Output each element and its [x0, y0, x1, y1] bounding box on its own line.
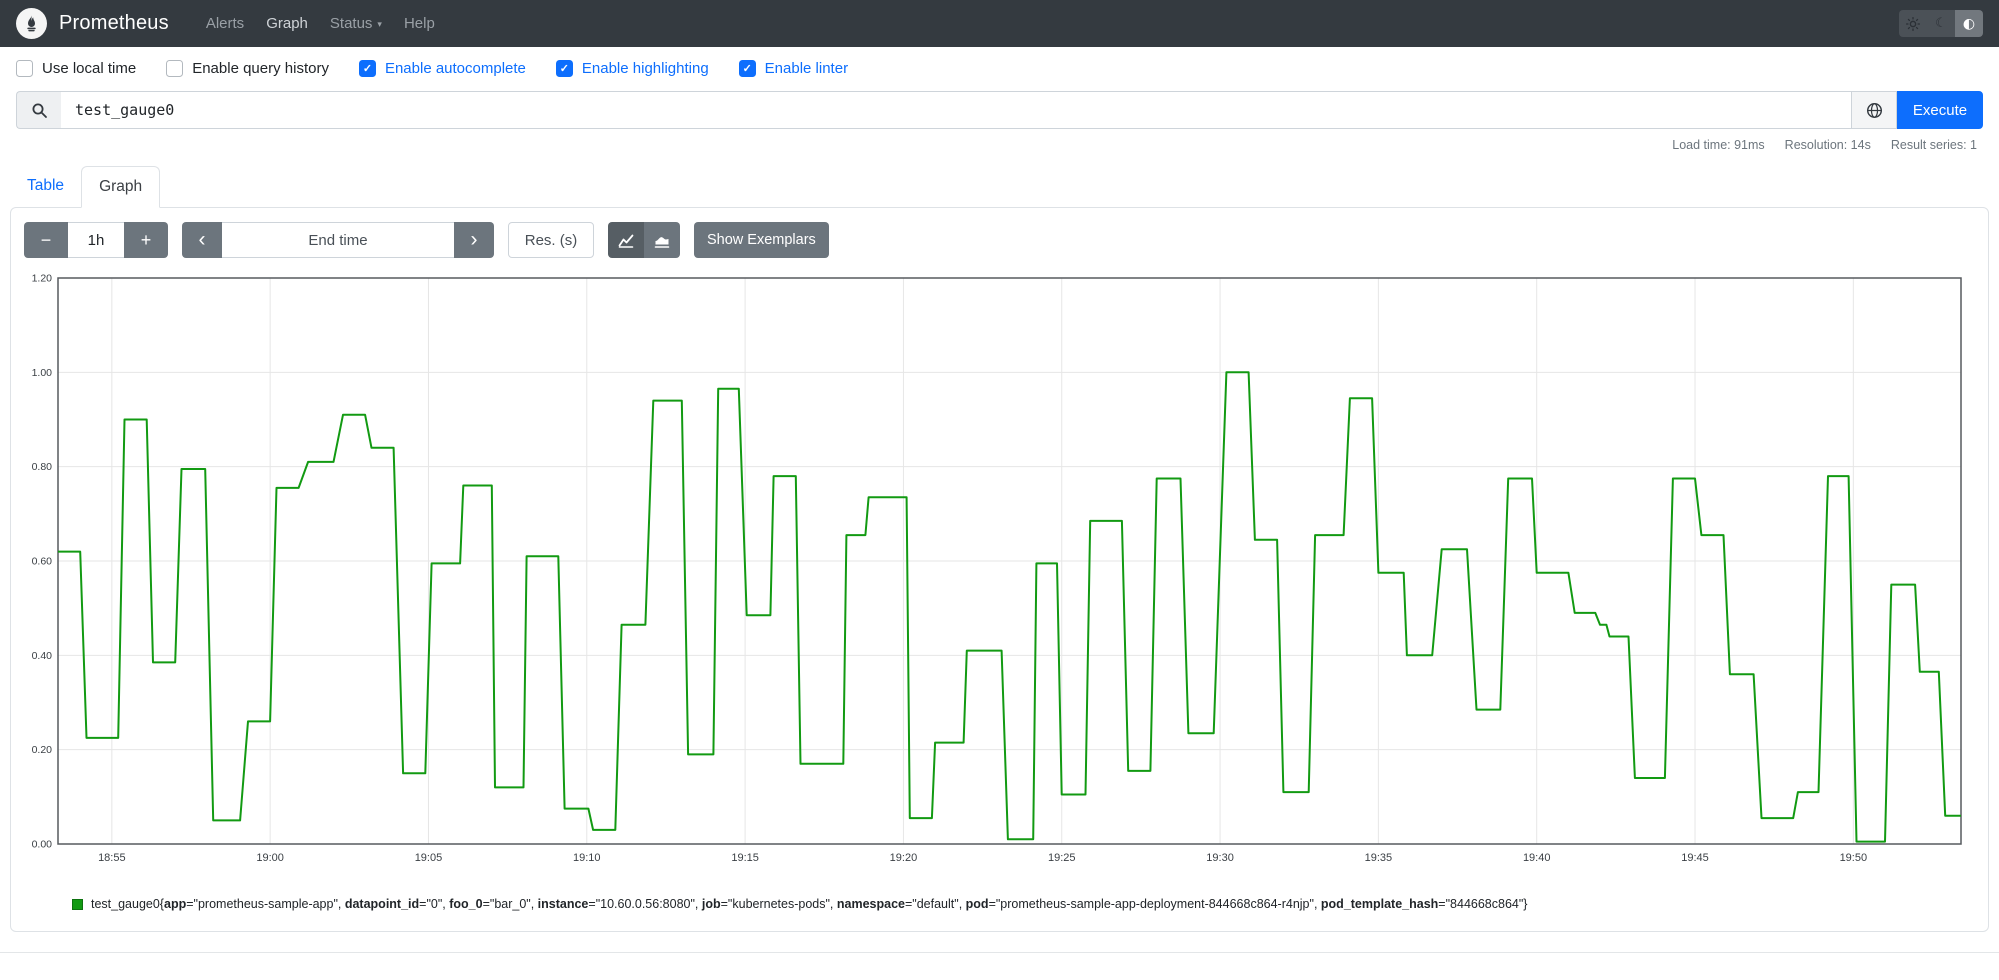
app-title: Prometheus [59, 12, 169, 34]
brand[interactable]: Prometheus [16, 8, 169, 39]
svg-text:19:40: 19:40 [1523, 852, 1551, 864]
nav-help[interactable]: Help [393, 7, 446, 40]
svg-text:1.20: 1.20 [32, 273, 53, 285]
autocomplete-checkbox[interactable]: ✓ Enable autocomplete [358, 60, 526, 77]
globe-icon [1866, 102, 1882, 118]
nav-status[interactable]: Status ▾ [319, 7, 393, 40]
checkbox-checked-icon: ✓ [555, 60, 573, 77]
navbar: Prometheus Alerts Graph Status ▾ Help ☾ … [0, 0, 1999, 47]
dark-theme-button[interactable]: ☾ [1927, 10, 1955, 37]
nav-status-label: Status [329, 15, 373, 32]
stacked-chart-icon [654, 236, 670, 248]
sun-icon [1906, 16, 1920, 31]
chart-area: 0.00 0.20 0.40 0.60 0.80 1.00 1.20 18:55 19:00 19… [24, 272, 1975, 875]
svg-text:1.00: 1.00 [32, 367, 53, 379]
svg-text:0.00: 0.00 [32, 839, 53, 851]
theme-toggle: ☾ ◐ [1899, 10, 1983, 37]
svg-text:19:45: 19:45 [1681, 852, 1709, 864]
time-back-button[interactable]: ‹ [182, 222, 222, 258]
svg-text:19:50: 19:50 [1840, 852, 1868, 864]
search-addon [16, 91, 61, 129]
half-circle-icon: ◐ [1962, 15, 1976, 32]
query-bar: Execute [16, 91, 1983, 129]
line-chart-icon [618, 234, 634, 248]
svg-text:19:35: 19:35 [1365, 852, 1393, 864]
svg-text:19:00: 19:00 [256, 852, 284, 864]
query-history-checkbox[interactable]: Enable query history [166, 60, 329, 77]
svg-text:19:25: 19:25 [1048, 852, 1076, 864]
show-exemplars-button[interactable]: Show Exemplars [694, 222, 829, 258]
highlighting-checkbox[interactable]: ✓ Enable highlighting [555, 60, 709, 77]
linter-checkbox[interactable]: ✓ Enable linter [738, 60, 849, 77]
series-color-swatch [72, 898, 83, 910]
use-local-time-label: Use local time [42, 60, 137, 77]
resolution: Resolution: 14s [1784, 138, 1871, 152]
auto-theme-button[interactable]: ◐ [1955, 10, 1983, 37]
chevron-right-icon: › [470, 228, 478, 251]
line-chart-button[interactable] [608, 222, 644, 258]
chart-type-toggle [608, 222, 680, 258]
svg-text:0.40: 0.40 [32, 650, 53, 662]
result-series: Result series: 1 [1890, 138, 1977, 152]
autocomplete-label: Enable autocomplete [384, 60, 526, 77]
svg-text:19:15: 19:15 [731, 852, 759, 864]
query-stats: Load time: 91ms Resolution: 14s Result s… [22, 138, 1977, 152]
checkbox-checked-icon: ✓ [358, 60, 376, 77]
resolution-input[interactable] [508, 222, 594, 258]
chevron-left-icon: ‹ [198, 228, 206, 251]
stacked-chart-button[interactable] [644, 222, 680, 258]
range-increase-button[interactable]: + [124, 222, 168, 258]
svg-text:18:55: 18:55 [98, 852, 126, 864]
nav-graph[interactable]: Graph [255, 7, 319, 40]
nav-alerts[interactable]: Alerts [195, 7, 255, 40]
range-control: − + [24, 222, 168, 258]
svg-text:19:10: 19:10 [573, 852, 601, 864]
query-history-label: Enable query history [192, 60, 329, 77]
svg-text:0.80: 0.80 [32, 461, 53, 473]
light-theme-button[interactable] [1899, 10, 1927, 37]
prometheus-logo-icon [16, 8, 47, 39]
options-row: Use local time Enable query history ✓ En… [0, 47, 1999, 89]
bottom-divider [0, 952, 1999, 953]
svg-text:0.20: 0.20 [32, 744, 53, 756]
range-decrease-button[interactable]: − [24, 222, 68, 258]
svg-text:0.60: 0.60 [32, 556, 53, 568]
linter-label: Enable linter [764, 60, 849, 77]
use-local-time-checkbox[interactable]: Use local time [16, 60, 136, 77]
end-time-input[interactable] [222, 222, 454, 258]
query-input[interactable] [61, 91, 1852, 129]
panel-tabs: Table Graph [10, 166, 1989, 208]
endtime-control: ‹ › [182, 222, 494, 258]
plus-icon: + [140, 229, 152, 250]
checkbox-icon [16, 60, 33, 77]
legend-item[interactable]: test_gauge0{app="prometheus-sample-app",… [72, 897, 1975, 911]
graph-controls: − + ‹ › Show Exemplars [24, 222, 1975, 258]
time-forward-button[interactable]: › [454, 222, 494, 258]
highlighting-label: Enable highlighting [581, 60, 709, 77]
load-time: Load time: 91ms [1672, 138, 1765, 152]
svg-text:19:05: 19:05 [415, 852, 443, 864]
execute-button[interactable]: Execute [1897, 91, 1983, 129]
svg-text:19:20: 19:20 [890, 852, 918, 864]
graph-panel: − + ‹ › Show Exemplars [10, 207, 1989, 932]
range-input[interactable] [68, 222, 124, 258]
moon-icon: ☾ [1935, 16, 1947, 31]
search-icon [32, 103, 47, 118]
tab-graph[interactable]: Graph [81, 166, 161, 208]
main-nav: Alerts Graph Status ▾ Help [195, 7, 446, 40]
chevron-down-icon: ▾ [377, 19, 382, 29]
checkbox-icon [166, 60, 184, 77]
tab-table[interactable]: Table [10, 166, 81, 207]
minus-icon: − [40, 229, 52, 250]
metric-line-chart[interactable]: 0.00 0.20 0.40 0.60 0.80 1.00 1.20 18:55 19:00 19… [24, 272, 1973, 870]
legend-label: test_gauge0{app="prometheus-sample-app",… [91, 897, 1528, 911]
metrics-explorer-button[interactable] [1852, 91, 1897, 129]
checkbox-checked-icon: ✓ [738, 60, 756, 77]
svg-text:19:30: 19:30 [1206, 852, 1234, 864]
